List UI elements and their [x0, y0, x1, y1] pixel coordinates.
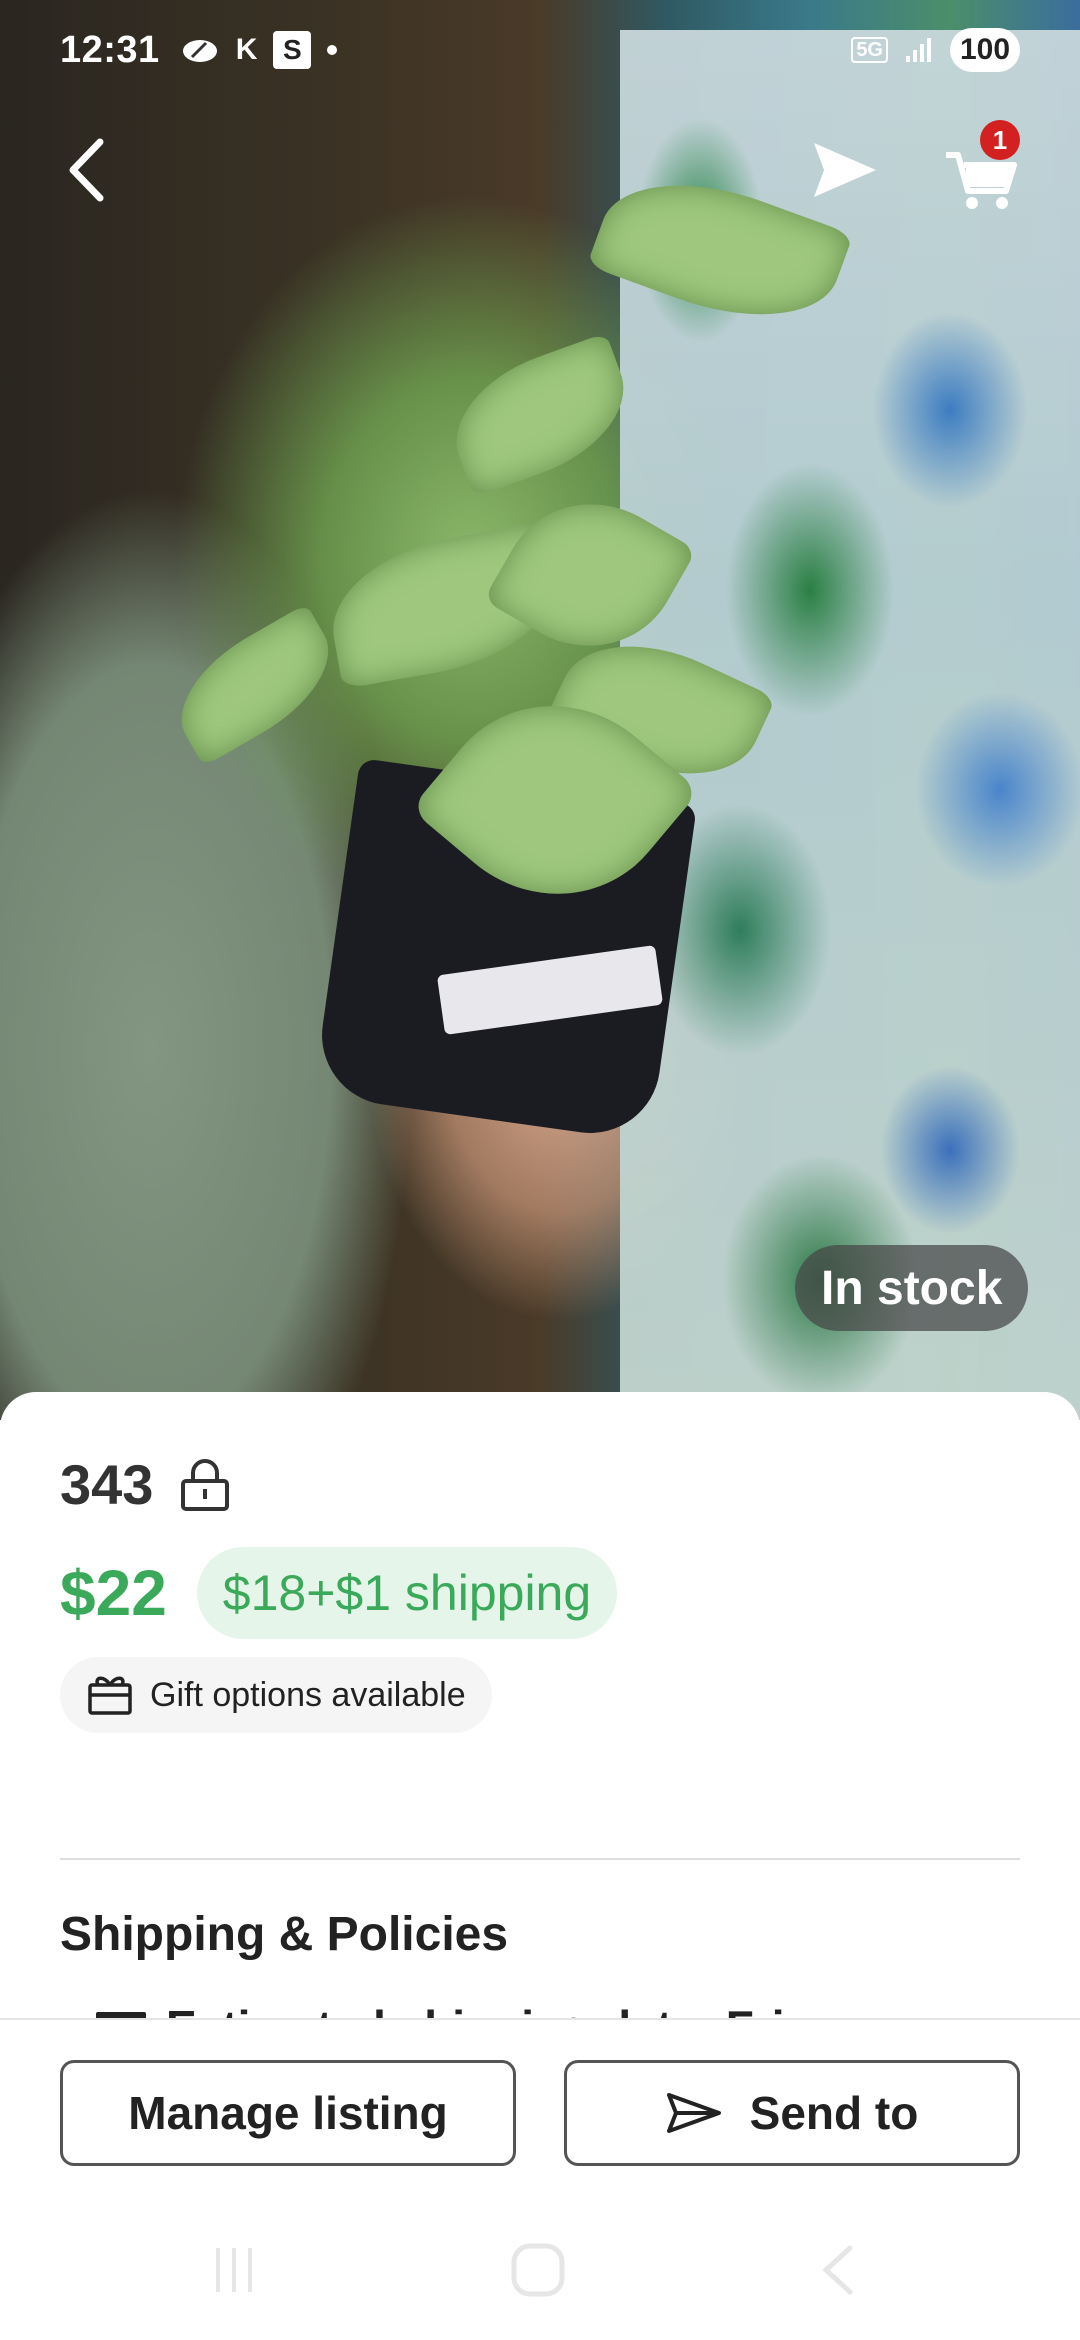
more-dot-icon	[327, 45, 338, 55]
system-nav-bar	[0, 2200, 1080, 2340]
nav-back-icon[interactable]	[818, 2240, 858, 2300]
status-notification-icons: K S	[180, 31, 338, 69]
sale-price-pill: $18+$1 shipping	[196, 1547, 618, 1639]
gift-options-label: Gift options available	[150, 1675, 466, 1714]
manage-listing-button[interactable]: Manage listing	[60, 2060, 516, 2166]
send-to-label: Send to	[749, 2087, 919, 2139]
cart-count-badge: 1	[980, 120, 1020, 160]
k-app-icon: K	[235, 33, 258, 66]
gift-icon	[88, 1676, 132, 1715]
quantity-value: 343	[60, 1453, 154, 1516]
status-bar: 12:31 K S 5G 100	[0, 0, 1080, 100]
manage-listing-label: Manage listing	[128, 2087, 448, 2139]
recents-icon[interactable]	[210, 2240, 260, 2300]
photo-leaf	[436, 332, 644, 498]
top-nav: 1	[0, 120, 1080, 220]
network-icon: 5G	[851, 37, 888, 63]
s-app-icon: S	[273, 31, 312, 69]
photo-leaf	[158, 603, 352, 767]
status-right: 5G 100	[851, 28, 1020, 72]
price-row: $22 $18+$1 shipping	[60, 1547, 618, 1639]
action-bar: Manage listing Send to	[0, 2018, 1080, 2188]
status-time: 12:31	[60, 28, 160, 71]
lock-icon	[181, 1458, 230, 1511]
back-arrow-icon[interactable]	[55, 130, 125, 210]
price: $22	[60, 1557, 167, 1629]
section-divider	[60, 1858, 1020, 1860]
weather-icon	[182, 40, 217, 62]
stock-badge: In stock	[795, 1245, 1029, 1331]
shipping-policies-title: Shipping & Policies	[60, 1908, 509, 1961]
home-icon[interactable]	[508, 2240, 568, 2300]
gift-options-pill[interactable]: Gift options available	[60, 1657, 492, 1733]
send-to-button[interactable]: Send to	[564, 2060, 1020, 2166]
signal-icon	[906, 38, 931, 62]
share-icon[interactable]	[810, 135, 880, 205]
quantity-row: 343	[60, 1452, 231, 1517]
listing-details-sheet: 343 $22 $18+$1 shipping Gift options ava…	[0, 1392, 1080, 2340]
send-icon	[666, 2093, 721, 2133]
battery-indicator: 100	[950, 28, 1020, 72]
